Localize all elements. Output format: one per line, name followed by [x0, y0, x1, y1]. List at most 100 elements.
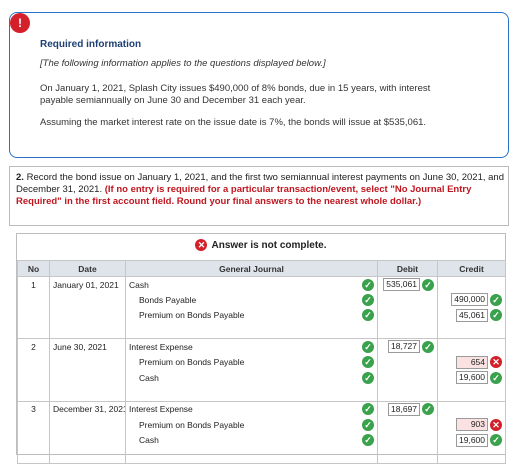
entry-date	[49, 354, 126, 371]
spacer-cell	[49, 385, 126, 402]
col-header-date: Date	[49, 260, 126, 277]
credit-input-wrap: 19,600 ✓	[456, 433, 502, 447]
question-text: 2. Record the bond issue on January 1, 2…	[16, 172, 504, 208]
check-icon: ✓	[362, 418, 374, 431]
credit-cell[interactable]	[437, 276, 506, 293]
account-cell[interactable]: Interest Expense ✓	[125, 400, 378, 417]
account-name: Cash	[139, 372, 159, 383]
spacer-cell	[437, 323, 506, 340]
credit-cell[interactable]	[437, 338, 506, 355]
credit-input[interactable]: 490,000	[451, 293, 488, 307]
entry-number	[17, 416, 50, 433]
check-icon: ✓	[490, 434, 502, 447]
account-name: Interest Expense	[129, 341, 193, 352]
credit-input[interactable]: 45,061	[456, 308, 488, 322]
spacer-cell	[125, 385, 378, 402]
journal-row: Cash ✓ 19,600 ✓	[17, 370, 506, 386]
credit-cell[interactable]	[437, 400, 506, 417]
debit-cell[interactable]	[377, 307, 438, 324]
account-cell[interactable]: Cash ✓	[125, 370, 378, 386]
account-select[interactable]: Interest Expense ✓	[129, 340, 374, 353]
spacer-row	[17, 323, 506, 340]
entry-date	[49, 370, 126, 386]
credit-cell[interactable]: 45,061 ✓	[437, 307, 506, 324]
account-name: Cash	[139, 435, 159, 446]
debit-cell[interactable]	[377, 354, 438, 371]
col-header-debit: Debit	[377, 260, 438, 277]
entry-number: 2	[17, 338, 50, 355]
check-icon: ✓	[490, 309, 502, 322]
required-info-para-1: On January 1, 2021, Splash City issues $…	[40, 83, 431, 106]
debit-input[interactable]: 18,697	[388, 402, 420, 416]
credit-input[interactable]: 19,600	[456, 371, 488, 385]
entry-date	[49, 307, 126, 324]
check-icon: ✓	[362, 340, 374, 353]
journal-row: Premium on Bonds Payable ✓ 903 ✕	[17, 416, 506, 433]
check-icon: ✓	[362, 403, 374, 416]
entry-date[interactable]: December 31, 2021	[49, 400, 126, 417]
check-icon: ✓	[422, 340, 434, 353]
account-cell[interactable]: Cash ✓	[125, 276, 378, 293]
credit-input-wrap: 654 ✕	[456, 355, 502, 369]
account-name: Cash	[129, 279, 149, 290]
account-cell[interactable]: Premium on Bonds Payable ✓	[125, 307, 378, 324]
check-icon: ✓	[362, 371, 374, 384]
credit-input[interactable]: 903	[456, 418, 488, 432]
debit-cell[interactable]	[377, 416, 438, 433]
entry-date	[49, 416, 126, 433]
check-icon: ✓	[490, 371, 502, 384]
spacer-cell	[17, 448, 50, 465]
entry-date	[49, 432, 126, 449]
entry-number	[17, 307, 50, 324]
account-select[interactable]: Cash ✓	[129, 278, 374, 291]
debit-input-wrap: 18,697 ✓	[388, 402, 434, 416]
debit-input-wrap: 18,727 ✓	[388, 340, 434, 354]
credit-cell[interactable]: 490,000 ✓	[437, 292, 506, 308]
status-banner: ✕ Answer is not complete.	[17, 234, 505, 258]
spacer-cell	[125, 448, 378, 465]
account-select[interactable]: Interest Expense ✓	[129, 403, 374, 416]
entry-date[interactable]: June 30, 2021	[49, 338, 126, 355]
account-cell[interactable]: Bonds Payable ✓	[125, 292, 378, 308]
check-icon: ✓	[422, 278, 434, 291]
debit-cell[interactable]: 18,727 ✓	[377, 338, 438, 355]
spacer-cell	[49, 323, 126, 340]
debit-cell[interactable]	[377, 432, 438, 449]
credit-input[interactable]: 654	[456, 355, 488, 369]
spacer-cell	[17, 323, 50, 340]
credit-cell[interactable]: 654 ✕	[437, 354, 506, 371]
credit-cell[interactable]: 903 ✕	[437, 416, 506, 433]
account-select[interactable]: Premium on Bonds Payable ✓	[129, 356, 374, 369]
account-select[interactable]: Cash ✓	[129, 434, 374, 447]
debit-cell[interactable]	[377, 370, 438, 386]
account-select[interactable]: Cash ✓	[129, 371, 374, 384]
account-cell[interactable]: Premium on Bonds Payable ✓	[125, 354, 378, 371]
account-cell[interactable]: Cash ✓	[125, 432, 378, 449]
status-text: Answer is not complete.	[211, 239, 327, 251]
debit-cell[interactable]	[377, 292, 438, 308]
spacer-cell	[17, 385, 50, 402]
account-name: Interest Expense	[129, 404, 193, 415]
credit-input-wrap: 45,061 ✓	[456, 308, 502, 322]
entry-date	[49, 292, 126, 308]
check-icon: ✓	[422, 403, 434, 416]
col-header-no: No	[17, 260, 50, 277]
account-select[interactable]: Bonds Payable ✓	[129, 293, 374, 306]
check-icon: ✓	[362, 293, 374, 306]
entry-date[interactable]: January 01, 2021	[49, 276, 126, 293]
credit-cell[interactable]: 19,600 ✓	[437, 370, 506, 386]
account-select[interactable]: Premium on Bonds Payable ✓	[129, 418, 374, 431]
credit-input-wrap: 490,000 ✓	[451, 293, 502, 307]
credit-cell[interactable]: 19,600 ✓	[437, 432, 506, 449]
debit-input-wrap: 535,061 ✓	[383, 278, 434, 292]
debit-cell[interactable]: 535,061 ✓	[377, 276, 438, 293]
credit-input[interactable]: 19,600	[456, 433, 488, 447]
check-icon: ✓	[362, 309, 374, 322]
account-cell[interactable]: Interest Expense ✓	[125, 338, 378, 355]
incorrect-icon: ✕	[490, 356, 502, 369]
debit-cell[interactable]: 18,697 ✓	[377, 400, 438, 417]
debit-input[interactable]: 535,061	[383, 278, 420, 292]
account-select[interactable]: Premium on Bonds Payable ✓	[129, 309, 374, 322]
debit-input[interactable]: 18,727	[388, 340, 420, 354]
account-cell[interactable]: Premium on Bonds Payable ✓	[125, 416, 378, 433]
